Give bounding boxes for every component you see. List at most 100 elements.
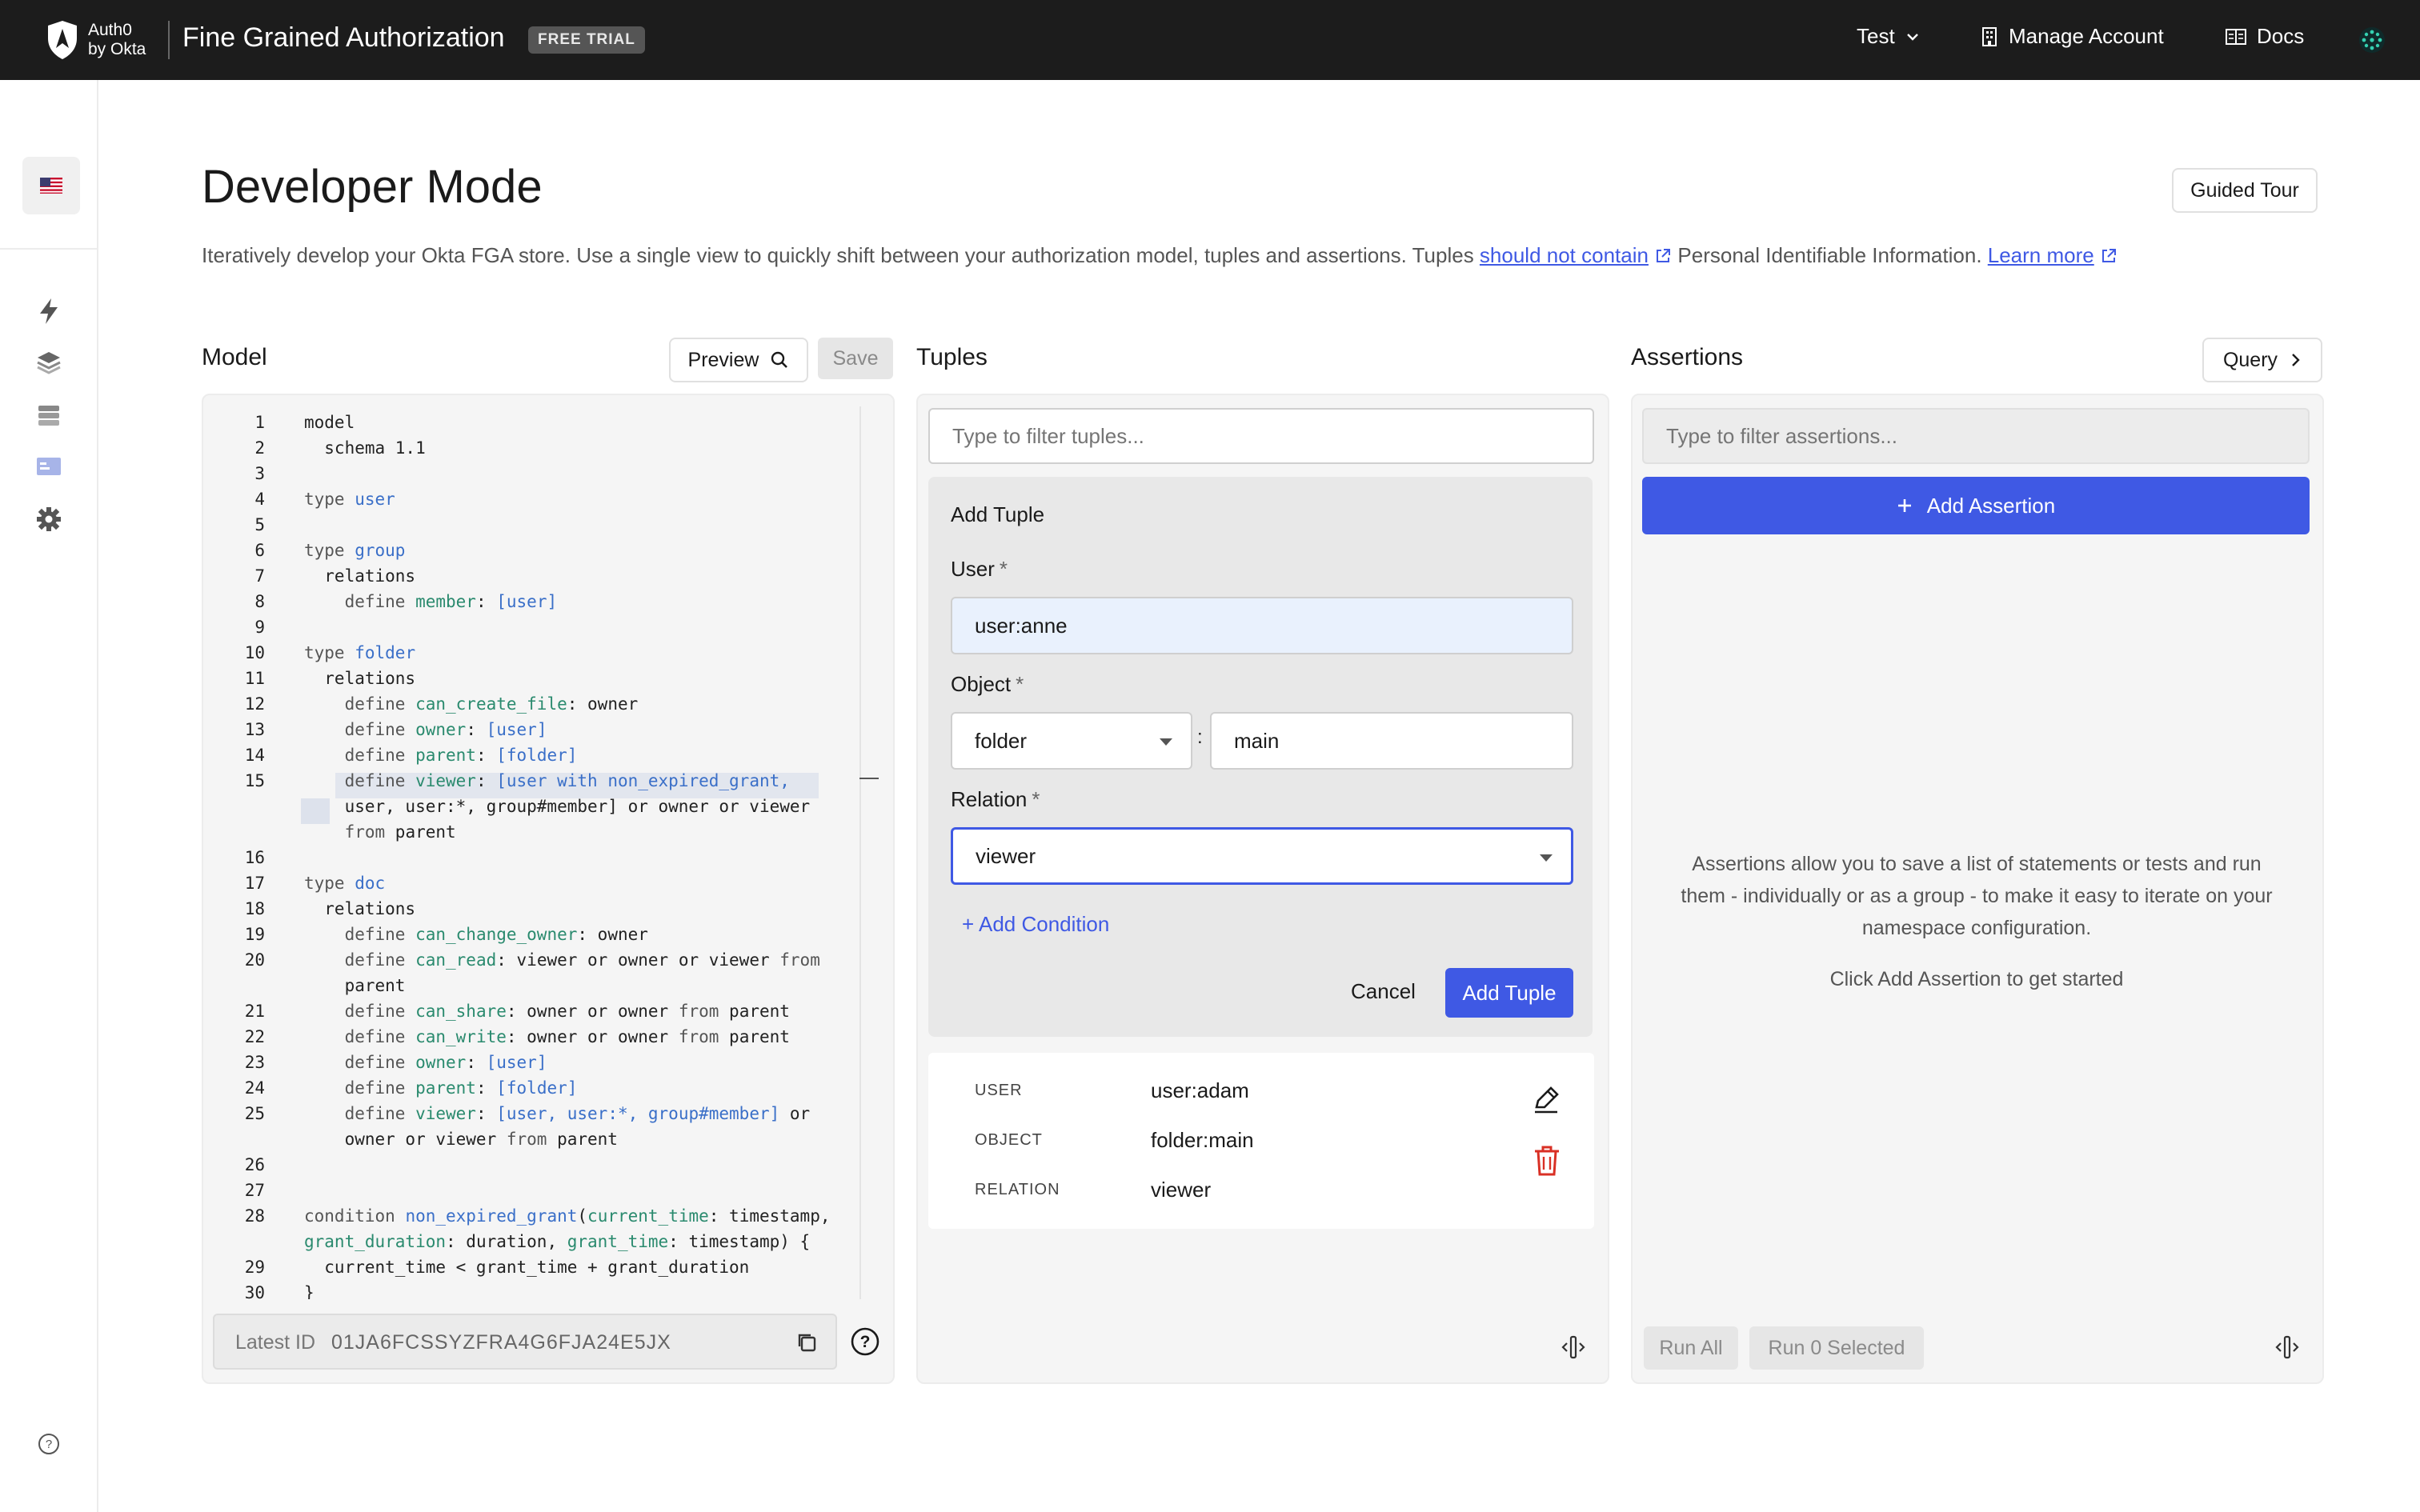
edit-tuple-button[interactable] [1530, 1083, 1562, 1115]
tenant-selector[interactable]: Test [1857, 24, 1921, 49]
line-code: type group [304, 541, 406, 560]
manage-account-link[interactable]: Manage Account [1980, 24, 2164, 49]
line-code: current_time < grant_time + grant_durati… [304, 1258, 750, 1277]
add-assertion-button[interactable]: Add Assertion [1642, 477, 2310, 534]
tuple-relation-key: RELATION [975, 1181, 1060, 1198]
line-code: define parent: [folder] [344, 1078, 578, 1098]
building-icon [1982, 26, 1997, 46]
query-label: Query [2222, 348, 2278, 371]
sidebar-item-help[interactable]: ? [34, 1429, 64, 1459]
should-not-contain-link[interactable]: should not contain [1480, 243, 1649, 267]
relation-field-label: Relation * [951, 787, 1040, 812]
auth0-shield-icon[interactable] [45, 19, 80, 61]
cancel-button[interactable]: Cancel [1351, 979, 1416, 1004]
top-bar: Auth0 by Okta Fine Grained Authorization… [0, 0, 2420, 80]
line-number: 10 [244, 643, 265, 662]
line-number: 26 [244, 1155, 265, 1174]
object-label-text: Object [951, 672, 1012, 696]
layers-icon [37, 352, 61, 374]
line-number: 5 [254, 515, 265, 534]
line-number: 23 [244, 1053, 265, 1072]
run-all-button[interactable]: Run All [1644, 1326, 1738, 1370]
assertions-empty-text: Assertions allow you to save a list of s… [1681, 853, 2273, 939]
developer-mode-icon [37, 458, 61, 475]
guided-tour-button[interactable]: Guided Tour [2172, 168, 2318, 213]
pencil-icon [1535, 1086, 1559, 1114]
brand-divider [168, 21, 170, 59]
line-number: 16 [244, 848, 265, 867]
object-type-value: folder [975, 728, 1028, 753]
user-label-text: User [951, 557, 995, 581]
free-trial-badge: FREE TRIAL [528, 26, 645, 54]
line-code: define owner: [user] [344, 1053, 547, 1072]
chevron-down-icon [1906, 33, 1918, 41]
tuple-relation-value: viewer [1151, 1178, 1212, 1202]
line-number: 20 [244, 950, 265, 970]
user-field-label: User * [951, 557, 1008, 582]
copy-id-button[interactable] [795, 1331, 818, 1354]
relation-select[interactable]: viewer [951, 827, 1573, 885]
assertions-empty-cta: Click Add Assertion to get started [1829, 968, 2124, 990]
line-number: 21 [244, 1002, 265, 1021]
caret-down-icon [1540, 854, 1553, 862]
add-assertion-label: Add Assertion [1926, 493, 2056, 518]
sidebar: ? [0, 80, 98, 1512]
line-code: define parent: [folder] [344, 746, 578, 765]
run-selected-button[interactable]: Run 0 Selected [1749, 1326, 1924, 1370]
object-separator: : [1197, 726, 1203, 748]
plus-icon [1897, 499, 1911, 512]
line-code: define can_read: viewer or owner or view… [344, 950, 820, 970]
brand-line-2: by Okta [88, 40, 146, 58]
tuples-section-title: Tuples [916, 344, 988, 370]
tuples-resize-handle[interactable] [1561, 1334, 1586, 1360]
add-tuple-button[interactable]: Add Tuple [1445, 968, 1573, 1018]
line-number: 4 [254, 490, 265, 509]
sidebar-item-quickstart[interactable] [34, 296, 64, 326]
model-help-button[interactable]: ? [850, 1326, 880, 1357]
sidebar-item-developer-mode[interactable] [34, 451, 64, 482]
tuple-filter-input[interactable] [928, 408, 1594, 464]
sidebar-item-model[interactable] [34, 347, 64, 378]
add-condition-link[interactable]: + Add Condition [962, 912, 1109, 937]
line-number: 18 [244, 899, 265, 918]
docs-link[interactable]: Docs [2225, 24, 2304, 49]
object-type-select[interactable]: folder [951, 712, 1192, 770]
line-code: grant_duration: duration, grant_time: ti… [304, 1232, 811, 1251]
line-code: define owner: [user] [344, 720, 547, 739]
fold-marker[interactable] [859, 778, 879, 779]
learn-more-link[interactable]: Learn more [1988, 243, 2094, 267]
line-code: condition non_expired_grant(current_time… [304, 1206, 831, 1226]
help-circle-icon: ? [851, 1327, 879, 1356]
relation-value: viewer [976, 843, 1036, 868]
line-number: 1 [254, 413, 265, 432]
object-id-input[interactable]: main [1210, 712, 1573, 770]
gear-icon [37, 507, 61, 531]
preview-button[interactable]: Preview [669, 338, 808, 382]
query-button[interactable]: Query [2202, 338, 2322, 382]
tenant-name: Test [1857, 24, 1895, 48]
external-link-icon [1657, 249, 1671, 262]
assertions-resize-handle[interactable] [2274, 1334, 2300, 1360]
help-circle-icon: ? [38, 1434, 59, 1454]
line-number: 11 [244, 669, 265, 688]
line-number: 3 [254, 464, 265, 483]
user-avatar-icon[interactable] [2358, 26, 2386, 54]
editor-scrollbar-track [859, 406, 861, 1299]
sidebar-item-tuples[interactable] [34, 400, 64, 430]
save-button[interactable]: Save [818, 338, 893, 379]
assertion-filter-input[interactable] [1642, 408, 2310, 464]
line-code: schema 1.1 [304, 438, 426, 458]
delete-tuple-button[interactable] [1532, 1144, 1562, 1178]
line-code: relations [304, 899, 416, 918]
line-code: type user [304, 490, 395, 509]
latest-id-value: 01JA6FCSSYZFRA4G6FJA24E5JX [331, 1331, 671, 1354]
line-number: 8 [254, 592, 265, 611]
model-editor[interactable]: 1 model 2 schema 1.1 3 4 type user 5 6 type grou… [212, 406, 860, 1299]
line-code: model [304, 413, 355, 432]
required-mark: * [999, 557, 1008, 581]
page-title: Developer Mode [202, 161, 543, 213]
region-flag-button[interactable] [22, 157, 80, 214]
user-input[interactable]: user:anne [951, 597, 1573, 654]
description-text-1: Iteratively develop your Okta FGA store.… [202, 243, 1480, 267]
sidebar-item-settings[interactable] [34, 504, 64, 534]
